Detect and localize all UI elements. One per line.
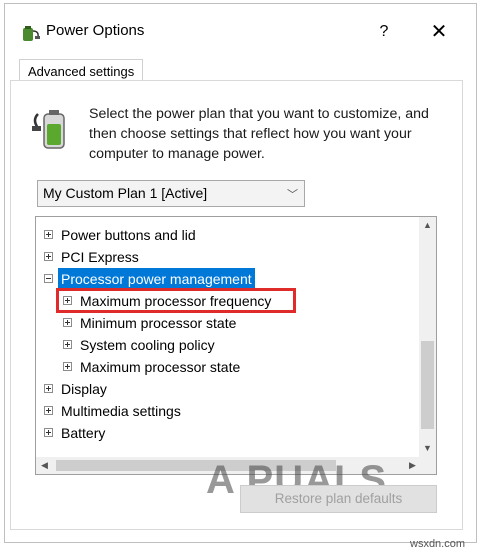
expand-icon[interactable] [63, 340, 72, 349]
window-title: Power Options [46, 22, 145, 39]
scrollbar-corner [419, 457, 436, 474]
tree-item-label: PCI Express [61, 249, 139, 265]
expand-icon[interactable] [44, 252, 53, 261]
expand-icon[interactable] [63, 296, 72, 305]
scroll-up-arrow-icon[interactable]: ▲ [419, 217, 436, 234]
settings-tree[interactable]: Power buttons and lid PCI Express Proces… [35, 216, 437, 475]
tree-item-label: Power buttons and lid [61, 227, 196, 243]
tree-item-label: Maximum processor frequency [80, 293, 272, 309]
power-options-app-icon [23, 26, 40, 41]
help-button[interactable]: ? [371, 18, 397, 46]
tree-item-label: Battery [61, 425, 106, 441]
tree-item-label: Display [61, 381, 107, 397]
power-plan-dropdown[interactable]: My Custom Plan 1 [Active] ﹀ [37, 180, 305, 207]
vertical-scrollbar[interactable]: ▲ ▼ [419, 217, 436, 457]
tree-item-label: System cooling policy [80, 337, 215, 353]
power-plan-value: My Custom Plan 1 [Active] [43, 185, 208, 201]
expand-icon[interactable] [44, 406, 53, 415]
expand-icon[interactable] [44, 230, 53, 239]
restore-plan-defaults-button[interactable]: Restore plan defaults [240, 485, 437, 513]
expand-icon[interactable] [44, 428, 53, 437]
scroll-left-arrow-icon[interactable]: ◀ [36, 457, 53, 474]
scroll-down-arrow-icon[interactable]: ▼ [419, 440, 436, 457]
battery-plug-icon [32, 110, 65, 149]
expand-icon[interactable] [44, 384, 53, 393]
expand-icon[interactable] [63, 318, 72, 327]
tree-item-label: Multimedia settings [61, 403, 181, 419]
tree-item-label: Processor power management [58, 268, 255, 290]
close-button[interactable]: ✕ [425, 18, 453, 46]
collapse-icon[interactable] [44, 274, 53, 283]
chevron-down-icon: ﹀ [287, 189, 298, 201]
tree-item-label: Minimum processor state [80, 315, 237, 331]
vertical-scroll-thumb[interactable] [421, 341, 434, 429]
tree-item-label: Maximum processor state [80, 359, 241, 375]
site-watermark: wsxdn.com [410, 538, 466, 550]
expand-icon[interactable] [63, 362, 72, 371]
intro-text: Select the power plan that you want to c… [89, 106, 429, 162]
title-bar: Power Options ? ✕ [5, 4, 476, 54]
